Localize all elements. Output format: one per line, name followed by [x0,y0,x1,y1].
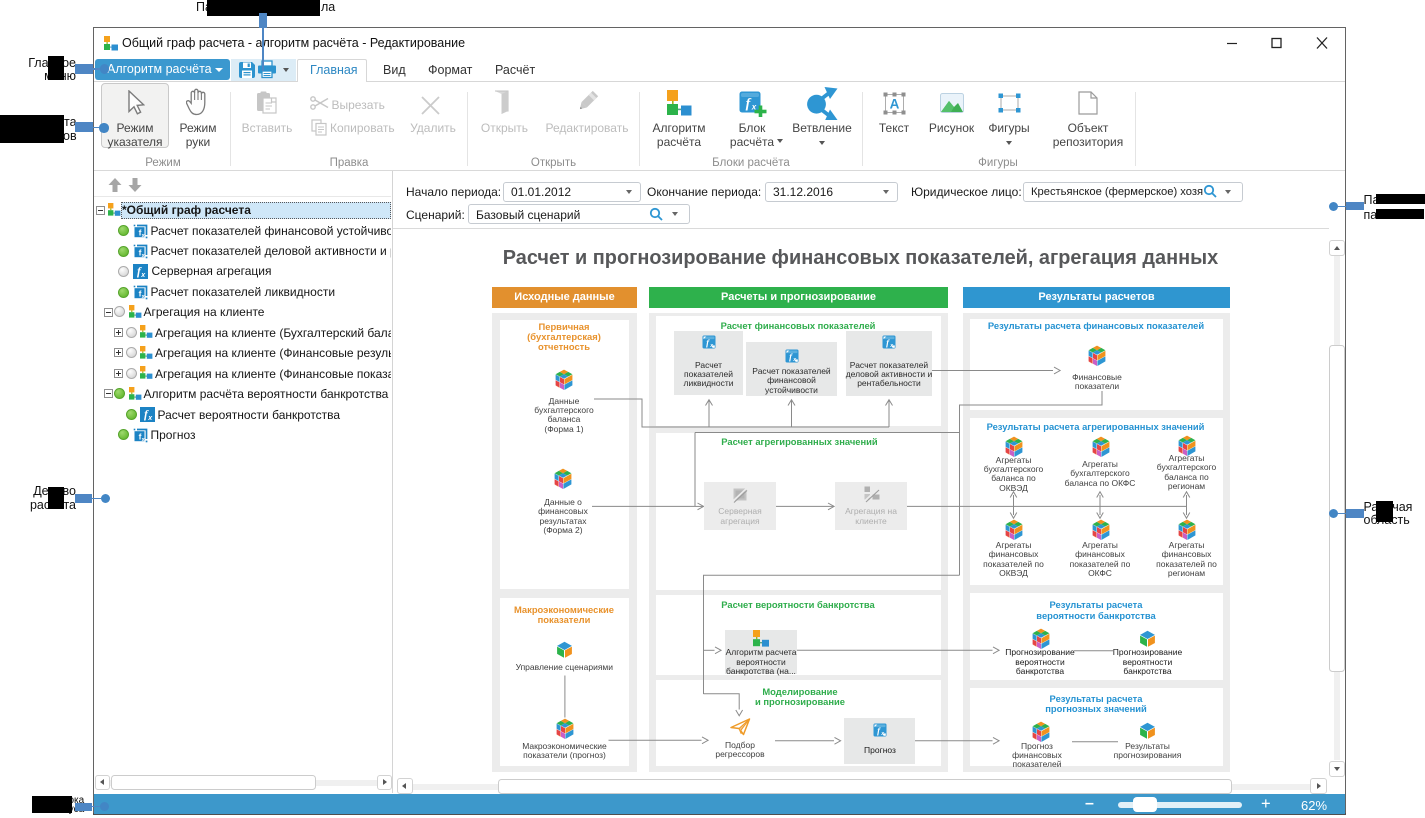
svg-text:x: x [141,437,145,443]
svg-text:A: A [890,97,900,112]
svg-text:x: x [141,253,145,259]
svg-text:x: x [141,233,145,239]
svg-text:x: x [141,294,145,300]
